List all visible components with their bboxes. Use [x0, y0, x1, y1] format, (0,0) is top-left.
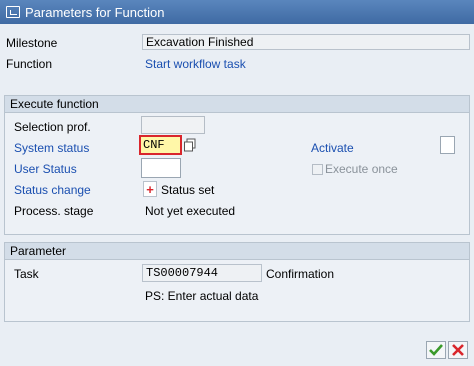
- task-description: Confirmation: [266, 267, 335, 281]
- status-set-label: Status set: [161, 183, 215, 197]
- dialog-body: Milestone Excavation Finished Function S…: [0, 24, 474, 366]
- system-status-label[interactable]: System status: [14, 141, 89, 155]
- system-status-value: CNF: [143, 138, 165, 152]
- process-stage-value: Not yet executed: [145, 204, 236, 218]
- activate-input[interactable]: [440, 136, 455, 154]
- function-value[interactable]: Start workflow task: [145, 57, 246, 71]
- copy-icon[interactable]: [183, 138, 197, 152]
- execute-function-title: Execute function: [10, 97, 99, 111]
- execute-once-checkbox[interactable]: [312, 164, 323, 175]
- milestone-value: Excavation Finished: [142, 34, 470, 50]
- cancel-icon: [452, 344, 464, 356]
- execute-once-label: Execute once: [325, 162, 398, 176]
- parameter-group: Parameter: [4, 242, 470, 322]
- function-label: Function: [6, 57, 53, 71]
- execute-function-header: Execute function: [5, 96, 469, 113]
- title-bar: Parameters for Function: [0, 0, 474, 24]
- dialog-icon: [6, 6, 20, 18]
- task-value: TS00007944: [146, 266, 219, 280]
- add-status-icon[interactable]: +: [143, 181, 157, 197]
- selection-prof-label: Selection prof.: [14, 120, 91, 134]
- status-change-label[interactable]: Status change: [14, 183, 91, 197]
- parameter-title: Parameter: [10, 244, 67, 258]
- user-status-label[interactable]: User Status: [14, 162, 77, 176]
- ok-button[interactable]: [426, 341, 446, 359]
- milestone-label: Milestone: [6, 36, 58, 50]
- check-icon: [429, 344, 443, 356]
- milestone-value-text: Excavation Finished: [146, 35, 254, 49]
- window-title: Parameters for Function: [25, 4, 165, 20]
- activate-label[interactable]: Activate: [311, 141, 354, 155]
- parameter-header: Parameter: [5, 243, 469, 260]
- task-input[interactable]: TS00007944: [142, 264, 262, 282]
- system-status-input[interactable]: CNF: [139, 135, 182, 155]
- process-stage-label: Process. stage: [14, 204, 94, 218]
- user-status-input[interactable]: [141, 158, 181, 178]
- selection-prof-input[interactable]: [141, 116, 205, 134]
- cancel-button[interactable]: [448, 341, 468, 359]
- task-label: Task: [14, 267, 39, 281]
- task-note: PS: Enter actual data: [145, 289, 259, 303]
